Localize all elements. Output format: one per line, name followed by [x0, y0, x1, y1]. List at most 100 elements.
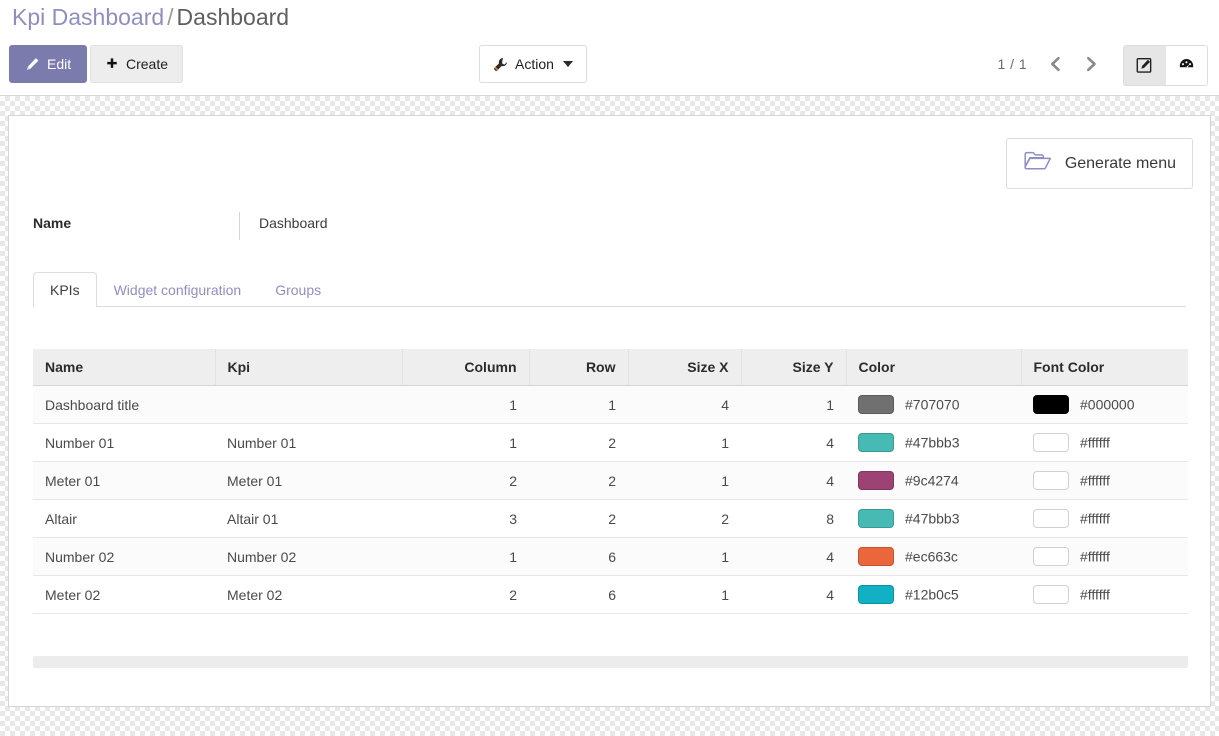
breadcrumb-current: Dashboard — [176, 4, 290, 30]
font-color-swatch — [1033, 433, 1069, 452]
column-header-name[interactable]: Name — [33, 349, 216, 386]
cell-font-color: #ffffff — [1021, 537, 1188, 576]
action-button-label: Action — [515, 56, 554, 72]
breadcrumb: Kpi Dashboard / Dashboard — [12, 2, 289, 32]
cell-font-color: #ffffff — [1021, 461, 1188, 500]
column-header-font-color[interactable]: Font Color — [1021, 349, 1188, 386]
kpi-table-header: Name Kpi Column Row Size X Size Y Color … — [33, 349, 1188, 386]
cell-color-value: #47bbb3 — [905, 434, 960, 451]
cell-size-y: 8 — [741, 499, 846, 538]
table-row[interactable]: Meter 01 Meter 01 2 2 1 4 #9c4274 #ffffff — [33, 461, 1188, 500]
cell-name: Meter 01 — [33, 461, 215, 500]
generate-menu-label: Generate menu — [1064, 154, 1176, 172]
cell-size-x: 1 — [628, 423, 741, 462]
kpi-table: Name Kpi Column Row Size X Size Y Color … — [33, 349, 1188, 614]
cell-color-value: #12b0c5 — [905, 586, 959, 603]
gauge-icon — [1179, 59, 1194, 68]
control-panel: Kpi Dashboard / Dashboard Edit Create Acti… — [0, 0, 1219, 96]
cell-kpi — [215, 385, 402, 424]
cell-name: Altair — [33, 499, 215, 538]
cell-row: 1 — [529, 385, 628, 424]
font-color-swatch — [1033, 585, 1069, 604]
cell-size-y: 1 — [741, 385, 846, 424]
color-swatch — [858, 433, 894, 452]
name-field-row: Name Dashboard — [33, 212, 653, 242]
view-switcher-form-button[interactable] — [1124, 46, 1165, 85]
cell-kpi: Meter 01 — [215, 461, 402, 500]
column-header-size-x[interactable]: Size X — [628, 349, 742, 386]
color-swatch — [858, 547, 894, 566]
font-color-swatch — [1033, 547, 1069, 566]
form-sheet: Generate menu Name Dashboard KPIs Widget… — [8, 115, 1211, 707]
pager-previous-button[interactable] — [1047, 54, 1063, 77]
column-header-row[interactable]: Row — [529, 349, 629, 386]
cell-kpi: Meter 02 — [215, 575, 402, 614]
color-swatch — [858, 471, 894, 490]
cell-color: #707070 — [846, 385, 1021, 424]
cell-column: 2 — [402, 461, 529, 500]
wrench-icon — [493, 57, 508, 72]
column-header-kpi[interactable]: Kpi — [215, 349, 403, 386]
cell-color-value: #47bbb3 — [905, 510, 960, 527]
tab-groups[interactable]: Groups — [258, 272, 338, 307]
color-swatch — [858, 509, 894, 528]
cell-font-color-value: #ffffff — [1080, 548, 1110, 565]
table-row[interactable]: Dashboard title 1 1 4 1 #707070 #000000 — [33, 385, 1188, 424]
table-row[interactable]: Meter 02 Meter 02 2 6 1 4 #12b0c5 #ffffff — [33, 575, 1188, 614]
cell-font-color: #ffffff — [1021, 575, 1188, 614]
cell-row: 2 — [529, 423, 628, 462]
cell-size-y: 4 — [741, 423, 846, 462]
notebook-tabs: KPIs Widget configuration Groups — [33, 268, 1186, 307]
font-color-swatch — [1033, 471, 1069, 490]
cell-name: Number 02 — [33, 537, 215, 576]
cell-size-x: 4 — [628, 385, 741, 424]
table-row[interactable]: Number 02 Number 02 1 6 1 4 #ec663c #ffffff — [33, 537, 1188, 576]
pager: 1 / 1 — [997, 54, 1099, 77]
generate-menu-button[interactable]: Generate menu — [1005, 138, 1193, 189]
cell-size-x: 1 — [628, 575, 741, 614]
cell-font-color-value: #ffffff — [1080, 510, 1110, 527]
cell-size-x: 2 — [628, 499, 741, 538]
pager-next-button[interactable] — [1083, 54, 1099, 77]
name-field-value[interactable]: Dashboard — [259, 215, 328, 231]
table-row[interactable]: Number 01 Number 01 1 2 1 4 #47bbb3 #ffffff — [33, 423, 1188, 462]
tab-widget-configuration[interactable]: Widget configuration — [97, 272, 259, 307]
view-switcher-dashboard-button[interactable] — [1165, 46, 1207, 85]
edit-button[interactable]: Edit — [9, 45, 88, 83]
pager-value: 1 / 1 — [997, 56, 1028, 73]
cell-font-color: #ffffff — [1021, 423, 1188, 462]
cell-color: #ec663c — [846, 537, 1021, 576]
cell-name: Dashboard title — [33, 385, 215, 424]
breadcrumb-root-link[interactable]: Kpi Dashboard — [12, 4, 164, 30]
cell-column: 3 — [402, 499, 529, 538]
pencil-icon — [25, 57, 40, 72]
cell-font-color-value: #ffffff — [1080, 472, 1110, 489]
column-header-column[interactable]: Column — [402, 349, 530, 386]
cell-column: 1 — [402, 423, 529, 462]
cell-column: 2 — [402, 575, 529, 614]
color-swatch — [858, 585, 894, 604]
plus-icon — [105, 57, 119, 71]
cell-row: 2 — [529, 461, 628, 500]
pencil-square-icon — [1136, 58, 1152, 73]
cell-font-color: #ffffff — [1021, 499, 1188, 538]
cell-color-value: #9c4274 — [905, 472, 959, 489]
cell-size-y: 4 — [741, 537, 846, 576]
cell-kpi: Number 01 — [215, 423, 402, 462]
font-color-swatch — [1033, 395, 1069, 414]
cell-kpi: Number 02 — [215, 537, 402, 576]
name-field-label: Name — [33, 215, 72, 231]
cell-row: 2 — [529, 499, 628, 538]
cell-name: Meter 02 — [33, 575, 215, 614]
kpi-table-container: Name Kpi Column Row Size X Size Y Color … — [33, 349, 1188, 614]
column-header-color[interactable]: Color — [846, 349, 1022, 386]
action-button[interactable]: Action — [479, 45, 587, 83]
table-horizontal-scrollbar[interactable] — [33, 656, 1188, 668]
tab-kpis[interactable]: KPIs — [33, 272, 97, 307]
cell-color: #12b0c5 — [846, 575, 1021, 614]
caret-down-icon — [562, 61, 573, 67]
cell-color: #9c4274 — [846, 461, 1021, 500]
column-header-size-y[interactable]: Size Y — [741, 349, 847, 386]
table-row[interactable]: Altair Altair 01 3 2 2 8 #47bbb3 #ffffff — [33, 499, 1188, 538]
create-button[interactable]: Create — [90, 45, 184, 83]
